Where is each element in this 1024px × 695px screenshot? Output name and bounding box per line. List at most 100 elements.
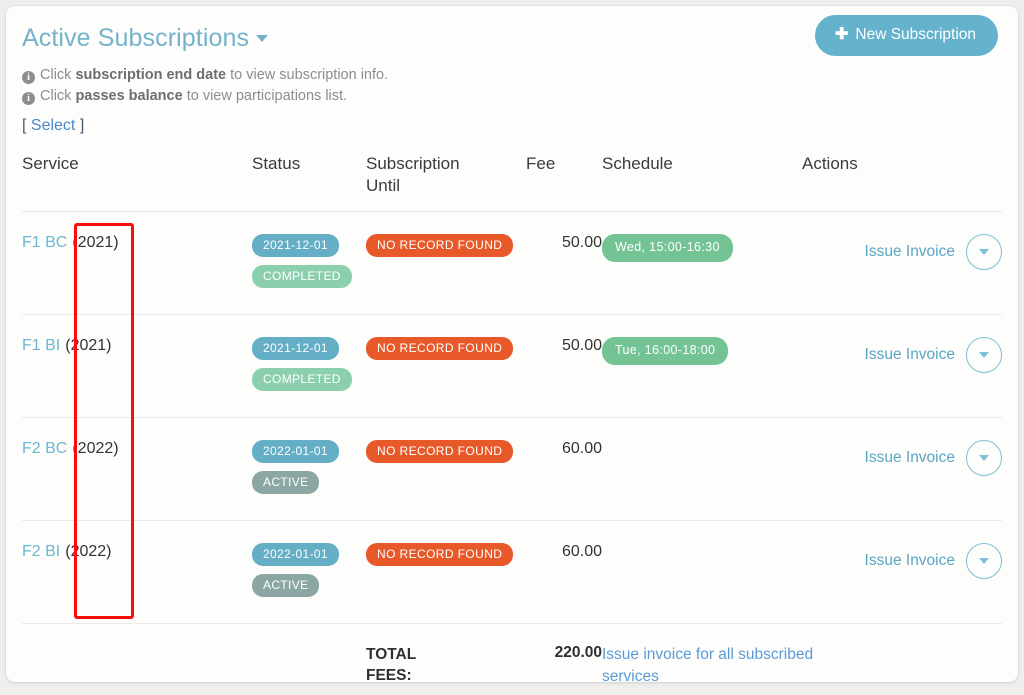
issue-invoice-link[interactable]: Issue Invoice: [865, 346, 955, 364]
column-header-fee: Fee: [526, 154, 556, 173]
status-state-badge: ACTIVE: [252, 574, 320, 597]
column-header-service: Service: [22, 154, 79, 173]
cell-subscription-until: NO RECORD FOUND: [366, 520, 526, 624]
caret-down-icon: [979, 455, 989, 461]
row-actions-dropdown-button[interactable]: [966, 234, 1002, 270]
service-year: (2021): [72, 234, 119, 251]
status-state-wrap: COMPLETED: [252, 265, 366, 288]
select-bracket-close: ]: [79, 117, 85, 134]
until-line-1: Subscription: [366, 154, 460, 173]
cell-status: 2022-01-01 ACTIVE: [252, 520, 366, 624]
cell-subscription-until: NO RECORD FOUND: [366, 211, 526, 315]
page-title[interactable]: Active Subscriptions: [22, 24, 269, 53]
fee-value: 50.00: [561, 234, 602, 251]
cell-service: F2 BC (2022): [22, 417, 252, 521]
cell-service: F1 BI (2021): [22, 314, 252, 418]
fee-value: 60.00: [561, 543, 602, 560]
cell-status: 2021-12-01 COMPLETED: [252, 211, 366, 315]
table-head: Service Status Subscription Until Fee Sch…: [22, 153, 1002, 212]
status-state-wrap: COMPLETED: [252, 368, 366, 391]
cell-fee: 50.00: [526, 211, 602, 315]
status-state-badge: ACTIVE: [252, 471, 320, 494]
hint-suffix: to view participations list.: [182, 88, 348, 104]
row-actions-dropdown-button[interactable]: [966, 440, 1002, 476]
cell-actions: Issue Invoice: [802, 211, 1002, 315]
totals-label-cell: TOTAL FEES:: [366, 624, 526, 682]
table-body: F1 BC (2021) 2021-12-01 COMPLETED NO RECO…: [22, 211, 1002, 683]
table-row: F1 BC (2021) 2021-12-01 COMPLETED NO RECO…: [22, 211, 1002, 315]
no-record-badge: NO RECORD FOUND: [366, 337, 514, 360]
fee-value: 60.00: [561, 440, 602, 457]
column-header-actions: Actions: [802, 154, 858, 173]
total-fees-value: 220.00: [554, 644, 602, 661]
total-label-line2: FEES:: [366, 667, 412, 682]
totals-spacer: [22, 624, 252, 683]
cell-schedule: [602, 520, 802, 624]
service-link[interactable]: F2 BI: [22, 543, 60, 560]
schedule-badge[interactable]: Tue, 16:00-18:00: [602, 337, 729, 365]
service-year: (2022): [72, 440, 119, 457]
issue-invoice-link[interactable]: Issue Invoice: [865, 552, 955, 570]
issue-invoice-link[interactable]: Issue Invoice: [865, 243, 955, 261]
select-link[interactable]: [ Select ]: [22, 117, 1002, 135]
hint-prefix: Click: [40, 67, 76, 83]
status-date-badge[interactable]: 2021-12-01: [252, 234, 339, 257]
service-link[interactable]: F1 BC: [22, 234, 67, 251]
cell-actions: Issue Invoice: [802, 520, 1002, 624]
cell-status: 2022-01-01 ACTIVE: [252, 417, 366, 521]
hint-emphasis: passes balance: [75, 88, 183, 104]
status-state-wrap: ACTIVE: [252, 471, 366, 494]
new-subscription-button[interactable]: ✚ New Subscription: [814, 15, 998, 56]
status-date-badge[interactable]: 2022-01-01: [252, 543, 339, 566]
until-line-2: Until: [366, 176, 401, 195]
page-title-text: Active Subscriptions: [22, 24, 250, 52]
caret-down-icon: [979, 249, 989, 255]
totals-value-cell: 220.00: [526, 624, 602, 683]
row-actions-dropdown-button[interactable]: [966, 337, 1002, 373]
service-link[interactable]: F2 BC: [22, 440, 67, 457]
select-bracket-open: [: [22, 117, 27, 134]
status-date-badge[interactable]: 2021-12-01: [252, 337, 339, 360]
totals-spacer-2: [252, 624, 366, 683]
hint-line: i Click subscription end date to view sub…: [22, 65, 1002, 85]
table-row: F2 BC (2022) 2022-01-01 ACTIVE NO RECORD …: [22, 417, 1002, 521]
hint-suffix: to view subscription info.: [226, 67, 389, 83]
totals-row: TOTAL FEES: 220.00 Issue invoice for all …: [22, 624, 1002, 683]
schedule-badge[interactable]: Wed, 15:00-16:30: [602, 234, 733, 262]
caret-down-icon: [979, 352, 989, 358]
total-label-line1: TOTAL: [366, 646, 417, 663]
table-row: F2 BI (2022) 2022-01-01 ACTIVE NO RECORD …: [22, 520, 1002, 624]
issue-invoice-link[interactable]: Issue Invoice: [865, 449, 955, 467]
actions-wrap: Issue Invoice: [865, 543, 1002, 579]
table-header-row: Service Status Subscription Until Fee Sch…: [22, 153, 1002, 212]
service-link[interactable]: F1 BI: [22, 337, 60, 354]
table-row: F1 BI (2021) 2021-12-01 COMPLETED NO RECO…: [22, 314, 1002, 418]
status-date-badge[interactable]: 2022-01-01: [252, 440, 339, 463]
select-label: Select: [30, 117, 76, 134]
issue-invoice-all-link[interactable]: Issue invoice for all subscribed service…: [602, 644, 832, 682]
column-header-schedule: Schedule: [602, 154, 673, 173]
no-record-badge: NO RECORD FOUND: [366, 234, 514, 257]
hint-prefix: Click: [40, 88, 76, 104]
totals-action-cell: Issue invoice for all subscribed service…: [602, 624, 1002, 682]
hints-block: i Click subscription end date to view sub…: [22, 65, 1002, 106]
column-header-subscription-until: Subscription Until: [366, 153, 526, 212]
hint-emphasis: subscription end date: [75, 67, 227, 83]
cell-subscription-until: NO RECORD FOUND: [366, 417, 526, 521]
actions-wrap: Issue Invoice: [865, 440, 1002, 476]
cell-fee: 50.00: [526, 314, 602, 418]
cell-status: 2021-12-01 COMPLETED: [252, 314, 366, 418]
page-header: Active Subscriptions ✚ New Subscription: [22, 6, 1002, 56]
cell-fee: 60.00: [526, 417, 602, 521]
actions-wrap: Issue Invoice: [865, 337, 1002, 373]
row-actions-dropdown-button[interactable]: [966, 543, 1002, 579]
total-fees-label: TOTAL FEES:: [366, 644, 456, 682]
caret-down-icon: [979, 558, 989, 564]
subscriptions-table: Service Status Subscription Until Fee Sch…: [22, 153, 1002, 682]
cell-subscription-until: NO RECORD FOUND: [366, 314, 526, 418]
caret-down-icon[interactable]: [256, 35, 269, 42]
info-icon: i: [22, 92, 35, 105]
service-year: (2021): [65, 337, 112, 354]
cell-schedule: [602, 417, 802, 521]
cell-schedule: Wed, 15:00-16:30: [602, 211, 802, 315]
